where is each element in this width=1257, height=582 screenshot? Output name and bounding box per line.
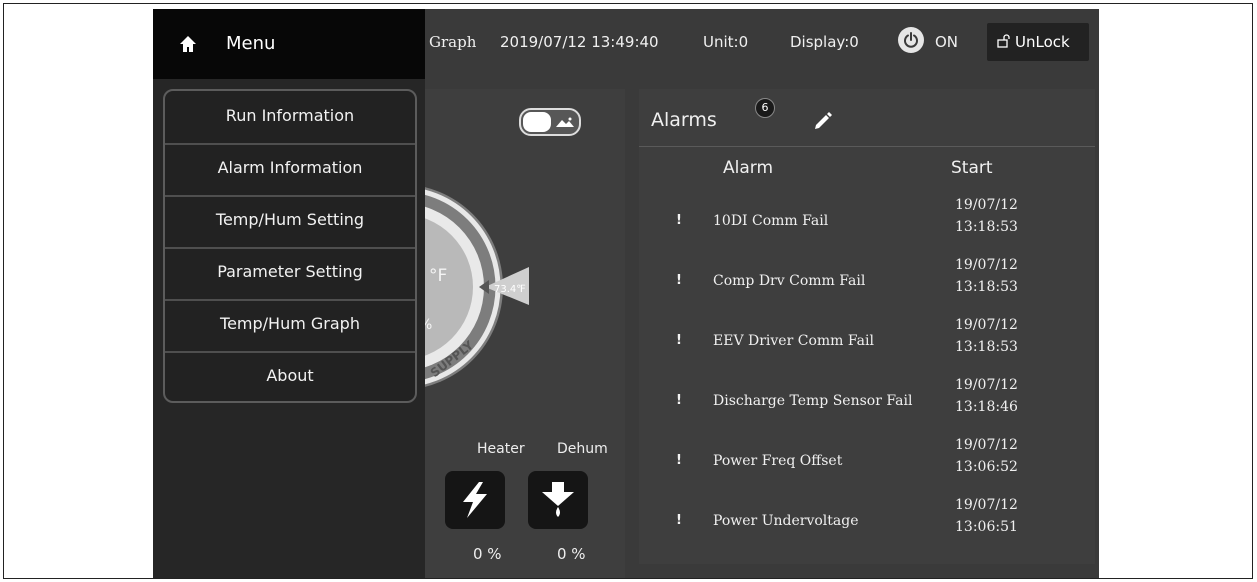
menu-drawer: Menu Run Information Alarm Information T… — [153, 9, 425, 578]
heater-value: 0 % — [473, 545, 502, 563]
datetime-display: 2019/07/12 13:49:40 — [500, 33, 659, 51]
alarm-name: Power Undervoltage — [713, 513, 859, 529]
gauge-panel: °F 73.4℉ % SUPPLY Heater Dehum 0 % 0 % — [425, 89, 625, 578]
alarm-time: 13:06:51 — [955, 519, 1018, 535]
heater-tile — [445, 471, 505, 529]
alarm-icon: ! — [676, 393, 682, 408]
menu-item-alarm-information[interactable]: Alarm Information — [165, 143, 415, 197]
alarm-row[interactable]: ! Discharge Temp Sensor Fail 19/07/12 13… — [639, 372, 1095, 432]
alarms-divider — [639, 146, 1095, 147]
power-status: ON — [935, 33, 959, 51]
temperature-gauge: °F 73.4℉ % SUPPLY — [425, 187, 529, 387]
gauge-setpoint: 73.4℉ — [494, 284, 526, 295]
dehum-label: Dehum — [557, 441, 608, 457]
alarm-icon: ! — [676, 273, 682, 288]
power-icon — [904, 32, 918, 48]
alarm-row[interactable]: ! Power Undervoltage 19/07/12 13:06:51 — [639, 492, 1095, 552]
alarm-name: 10DI Comm Fail — [713, 213, 829, 229]
alarm-date: 19/07/12 — [955, 197, 1018, 213]
toggle-knob — [523, 112, 551, 132]
menu-item-temp-hum-setting[interactable]: Temp/Hum Setting — [165, 195, 415, 249]
alarm-time: 13:18:53 — [955, 279, 1018, 295]
alarm-icon: ! — [676, 513, 682, 528]
menu-item-temp-hum-graph[interactable]: Temp/Hum Graph — [165, 299, 415, 353]
home-icon — [180, 36, 196, 52]
alarms-title: Alarms — [651, 109, 717, 131]
alarm-row[interactable]: ! Power Freq Offset 19/07/12 13:06:52 — [639, 432, 1095, 492]
unlock-icon — [997, 34, 1010, 48]
hmi-screen: Graph 2019/07/12 13:49:40 Unit:0 Display… — [153, 9, 1099, 578]
menu-item-parameter-setting[interactable]: Parameter Setting — [165, 247, 415, 301]
dehum-value: 0 % — [557, 545, 586, 563]
graph-label: Graph — [429, 33, 477, 51]
alarm-time: 13:18:46 — [955, 399, 1018, 415]
dehum-tile — [528, 471, 588, 529]
gauge-unit: °F — [429, 266, 447, 286]
heater-label: Heater — [477, 441, 525, 457]
power-button[interactable] — [898, 27, 924, 53]
unit-indicator: Unit:0 — [703, 33, 749, 51]
alarms-panel: Alarms 6 Alarm Start ! 10DI Comm Fail 19… — [639, 89, 1095, 564]
unlock-button[interactable]: UnLock — [987, 23, 1089, 61]
menu-item-about[interactable]: About — [165, 351, 415, 401]
menu-item-run-information[interactable]: Run Information — [165, 91, 415, 145]
unlock-label: UnLock — [1015, 33, 1070, 51]
top-bar: Graph 2019/07/12 13:49:40 Unit:0 Display… — [425, 9, 1099, 79]
alarm-icon: ! — [676, 333, 682, 348]
alarm-date: 19/07/12 — [955, 257, 1018, 273]
alarm-name: Comp Drv Comm Fail — [713, 273, 866, 289]
lightning-icon — [463, 482, 487, 518]
image-icon — [556, 117, 574, 127]
menu-title: Menu — [226, 33, 276, 54]
gauge-percent: % — [425, 317, 432, 333]
alarm-time: 13:06:52 — [955, 459, 1018, 475]
column-header-alarm: Alarm — [723, 158, 774, 178]
alarm-row[interactable]: ! EEV Driver Comm Fail 19/07/12 13:18:53 — [639, 312, 1095, 372]
menu-header[interactable]: Menu — [153, 9, 425, 79]
column-header-start: Start — [951, 158, 993, 178]
drop-down-arrow-icon — [542, 482, 574, 517]
display-indicator: Display:0 — [790, 33, 859, 51]
view-toggle[interactable] — [519, 108, 581, 136]
alarm-name: Power Freq Offset — [713, 453, 843, 469]
alarm-name: Discharge Temp Sensor Fail — [713, 393, 913, 409]
alarm-row[interactable]: ! Comp Drv Comm Fail 19/07/12 13:18:53 — [639, 252, 1095, 312]
alarm-date: 19/07/12 — [955, 437, 1018, 453]
alarm-row[interactable]: ! 10DI Comm Fail 19/07/12 13:18:53 — [639, 192, 1095, 252]
menu-list: Run Information Alarm Information Temp/H… — [163, 89, 417, 403]
alarm-count-badge: 6 — [755, 98, 775, 118]
alarm-icon: ! — [676, 213, 682, 228]
alarm-date: 19/07/12 — [955, 377, 1018, 393]
alarm-name: EEV Driver Comm Fail — [713, 333, 874, 349]
alarm-time: 13:18:53 — [955, 339, 1018, 355]
alarm-icon: ! — [676, 453, 682, 468]
pencil-icon[interactable] — [813, 111, 833, 131]
alarm-date: 19/07/12 — [955, 317, 1018, 333]
alarm-date: 19/07/12 — [955, 497, 1018, 513]
alarm-time: 13:18:53 — [955, 219, 1018, 235]
